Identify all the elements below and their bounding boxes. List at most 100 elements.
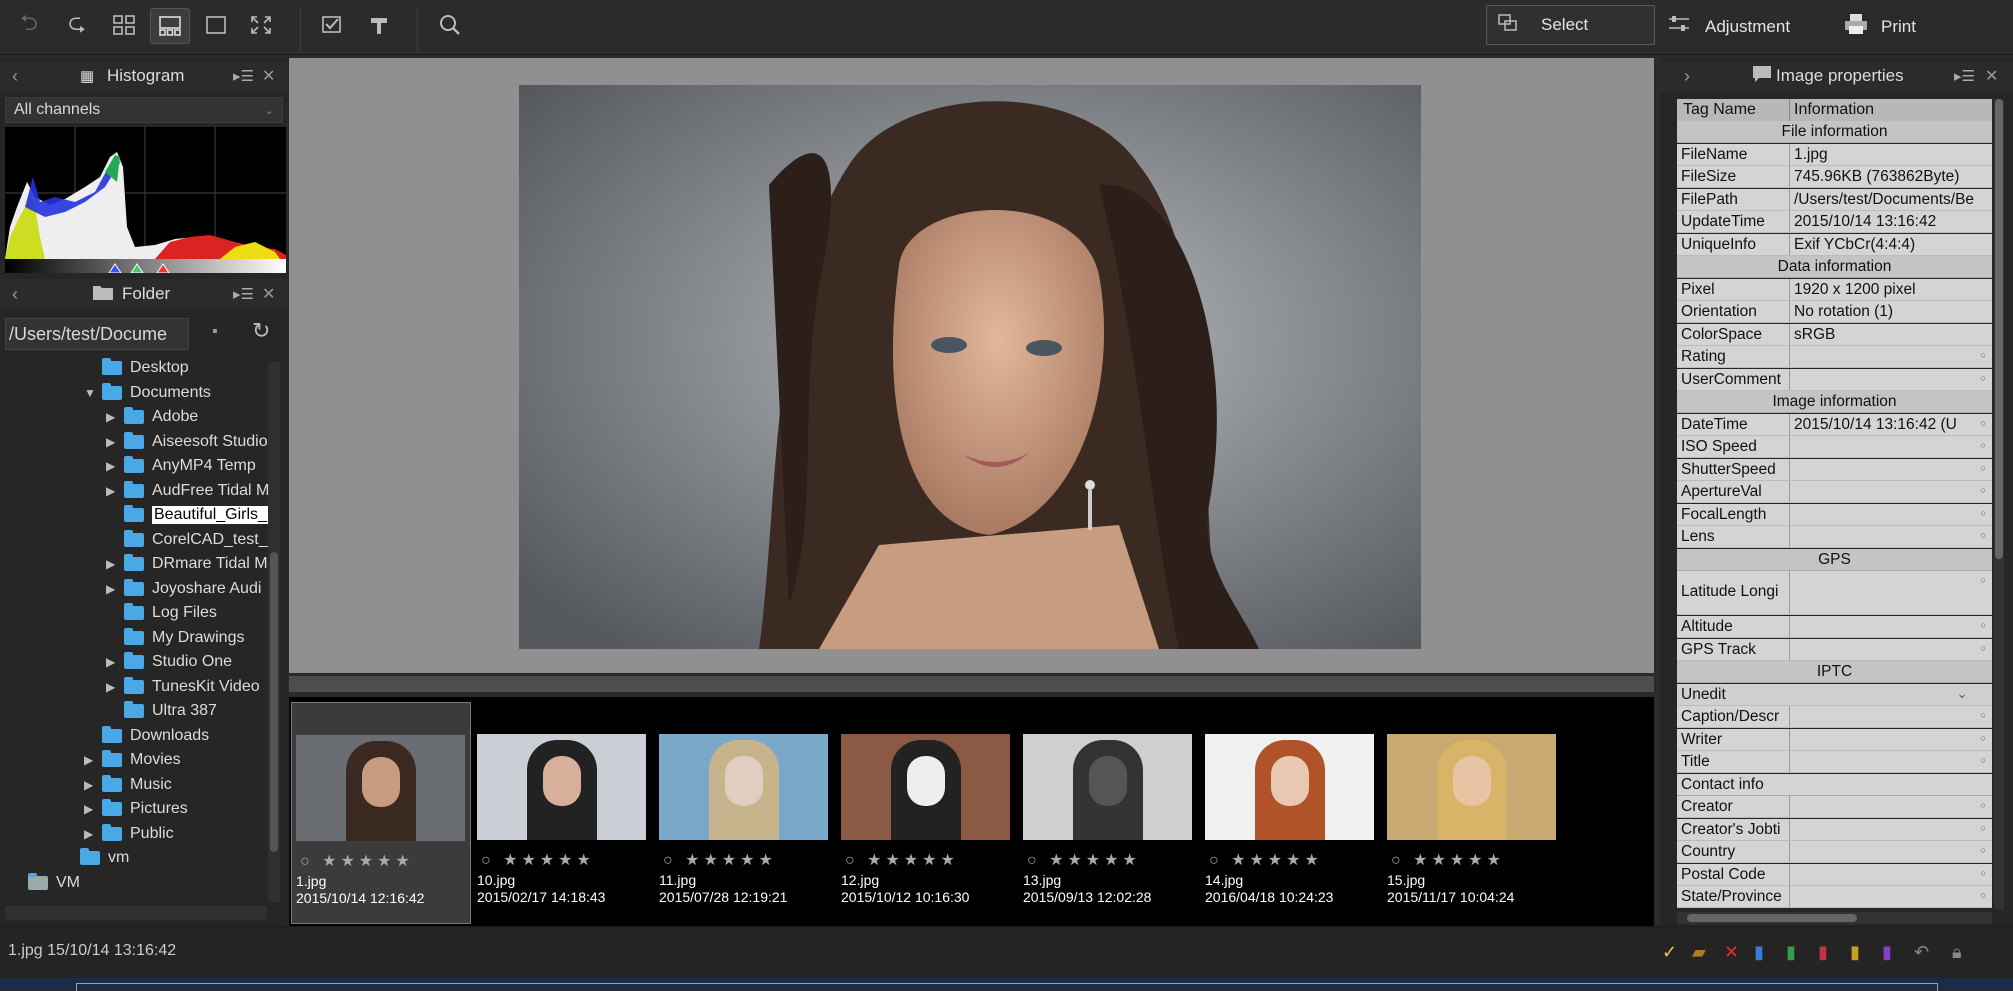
select-mode-button[interactable]: Select <box>1486 5 1655 45</box>
tree-scrollbar[interactable] <box>268 362 280 902</box>
check-icon[interactable] <box>313 8 351 42</box>
property-row[interactable]: UpdateTime 2015/10/14 13:16:42 <box>1677 211 1992 233</box>
tree-item[interactable]: ▶ DRmare Tidal M <box>106 552 268 576</box>
edit-dot-icon[interactable]: ○ <box>1981 508 1986 518</box>
edit-dot-icon[interactable]: ○ <box>1981 373 1986 383</box>
tree-item[interactable]: Desktop <box>84 356 189 380</box>
property-row[interactable]: Pixel 1920 x 1200 pixel <box>1677 278 1992 301</box>
property-row[interactable]: Country ○ <box>1677 841 1992 863</box>
edit-dot-icon[interactable]: ○ <box>1981 755 1986 765</box>
disclosure-icon[interactable]: ▶ <box>106 582 124 596</box>
adjustment-mode-button[interactable]: Adjustment <box>1667 14 1790 39</box>
tag-purple-icon[interactable]: ▮ <box>1882 942 1892 963</box>
tree-item[interactable]: Beautiful_Girls_ <box>106 503 269 527</box>
viewer-hscrollbar[interactable] <box>289 676 1654 692</box>
property-row[interactable]: Title ○ <box>1677 751 1992 773</box>
property-row[interactable]: Postal Code ○ <box>1677 863 1992 886</box>
disclosure-icon[interactable]: ▶ <box>84 778 102 792</box>
lock-icon[interactable]: 🔒︎ <box>1952 942 1962 963</box>
property-row[interactable]: Creator's Jobti ○ <box>1677 818 1992 841</box>
print-mode-button[interactable]: Print <box>1843 12 1916 41</box>
tree-item[interactable]: ▶ Aiseesoft Studio <box>106 430 268 454</box>
rating-stars[interactable]: ○ ★★★★★ <box>845 850 959 870</box>
fullscreen-icon[interactable] <box>242 8 280 42</box>
properties-scrollbar-thumb[interactable] <box>1995 99 2003 559</box>
property-row[interactable]: GPS Track ○ <box>1677 638 1992 661</box>
refresh-icon[interactable]: ↻ <box>252 318 270 344</box>
edit-dot-icon[interactable]: ○ <box>1981 350 1986 360</box>
tree-item[interactable]: ▶ Joyoshare Audi <box>106 577 261 601</box>
disclosure-icon[interactable]: ▶ <box>106 557 124 571</box>
thumbnail[interactable]: ○ ★★★★★ 11.jpg 2015/07/28 12:19:21 <box>655 702 835 924</box>
property-row[interactable]: UniqueInfo Exif YCbCr(4:4:4) <box>1677 233 1992 256</box>
property-row[interactable]: UserComment ○ <box>1677 368 1992 391</box>
disclosure-icon[interactable]: ▶ <box>106 484 124 498</box>
rating-stars[interactable]: ○ ★★★★★ <box>1209 850 1323 870</box>
tag-name-column[interactable]: Tag Name <box>1683 101 1756 119</box>
properties-hscrollbar[interactable] <box>1677 912 1992 924</box>
tree-item[interactable]: ▶ Studio One <box>106 650 232 674</box>
rating-stars[interactable]: ○ ★★★★★ <box>300 851 414 871</box>
edit-dot-icon[interactable]: ○ <box>1981 485 1986 495</box>
thumbnail-image[interactable] <box>1387 734 1556 840</box>
property-row[interactable]: ISO Speed ○ <box>1677 436 1992 458</box>
hammer-icon[interactable] <box>360 8 398 42</box>
information-column[interactable]: Information <box>1794 101 1874 119</box>
thumbnail[interactable]: ○ ★★★★★ 14.jpg 2016/04/18 10:24:23 <box>1201 702 1381 924</box>
tree-item[interactable]: ▶ Public <box>84 822 174 846</box>
properties-hscroll-thumb[interactable] <box>1687 914 1857 922</box>
property-row[interactable]: FileName 1.jpg <box>1677 143 1992 166</box>
property-row[interactable]: Orientation No rotation (1) <box>1677 301 1992 323</box>
disclosure-icon[interactable]: ▶ <box>106 435 124 449</box>
edit-dot-icon[interactable]: ○ <box>1981 800 1986 810</box>
property-row[interactable]: ApertureVal ○ <box>1677 481 1992 503</box>
tag-blue-icon[interactable]: ▮ <box>1754 942 1764 963</box>
panel-menu-icon[interactable]: ▸☰ <box>233 285 254 303</box>
tree-item[interactable]: ▶ AnyMP4 Temp <box>106 454 256 478</box>
collapse-right-icon[interactable]: › <box>1684 66 1690 87</box>
edit-dot-icon[interactable]: ○ <box>1981 620 1986 630</box>
edit-dot-icon[interactable]: ○ <box>1981 643 1986 653</box>
close-icon[interactable]: ✕ <box>262 66 275 86</box>
rating-stars[interactable]: ○ ★★★★★ <box>663 850 777 870</box>
tree-item[interactable]: Ultra 387 <box>106 699 217 723</box>
disclosure-icon[interactable]: ▶ <box>106 459 124 473</box>
edit-dot-icon[interactable]: ○ <box>1981 845 1986 855</box>
tree-item[interactable]: vm <box>62 846 129 870</box>
thumbnail-image[interactable] <box>1205 734 1374 840</box>
property-row[interactable]: DateTime 2015/10/14 13:16:42 (U ○ <box>1677 413 1992 436</box>
rating-stars[interactable]: ○ ★★★★★ <box>1391 850 1505 870</box>
close-icon[interactable]: ✕ <box>1985 66 1998 86</box>
property-row[interactable]: ShutterSpeed ○ <box>1677 458 1992 481</box>
edit-dot-icon[interactable]: ○ <box>1981 530 1986 540</box>
thumbnail-image[interactable] <box>1023 734 1192 840</box>
disclosure-icon[interactable]: ▶ <box>84 753 102 767</box>
properties-vscrollbar[interactable] <box>1994 99 2004 909</box>
thumbnail-image[interactable] <box>659 734 828 840</box>
tree-item[interactable]: ▶ Pictures <box>84 797 188 821</box>
check-mark-icon[interactable]: ✓ <box>1662 942 1677 963</box>
search-icon[interactable] <box>432 8 470 42</box>
rating-stars[interactable]: ○ ★★★★★ <box>481 850 595 870</box>
thumbnail[interactable]: ○ ★★★★★ 12.jpg 2015/10/12 10:16:30 <box>837 702 1017 924</box>
collapse-left-icon[interactable]: ‹ <box>12 284 18 305</box>
new-folder-icon[interactable]: ▪ <box>212 323 218 341</box>
tree-item[interactable]: ▶ Movies <box>84 748 181 772</box>
thumbnail[interactable]: ○ ★★★★★ 10.jpg 2015/02/17 14:18:43 <box>473 702 653 924</box>
close-icon[interactable]: ✕ <box>262 284 275 304</box>
folder-move-icon[interactable]: ▰ <box>1692 942 1706 963</box>
tree-item[interactable]: ▶ AudFree Tidal M <box>106 479 268 503</box>
tree-item[interactable]: Log Files <box>106 601 217 625</box>
disclosure-icon[interactable]: ▶ <box>84 827 102 841</box>
forward-icon[interactable]: ⮎ <box>58 8 96 42</box>
tree-item[interactable]: ▶ Music <box>84 773 172 797</box>
edit-dot-icon[interactable]: ○ <box>1981 868 1986 878</box>
edit-dot-icon[interactable]: ○ <box>1981 463 1986 473</box>
tree-item[interactable]: VM <box>10 871 80 895</box>
disclosure-open-icon[interactable]: ▼ <box>84 386 102 400</box>
disclosure-icon[interactable]: ▶ <box>84 802 102 816</box>
tag-yellow-icon[interactable]: ▮ <box>1850 942 1860 963</box>
property-row[interactable]: Creator ○ <box>1677 796 1992 818</box>
property-row[interactable]: Latitude Longi ○ <box>1677 571 1992 615</box>
property-row[interactable]: ColorSpace sRGB <box>1677 323 1992 346</box>
